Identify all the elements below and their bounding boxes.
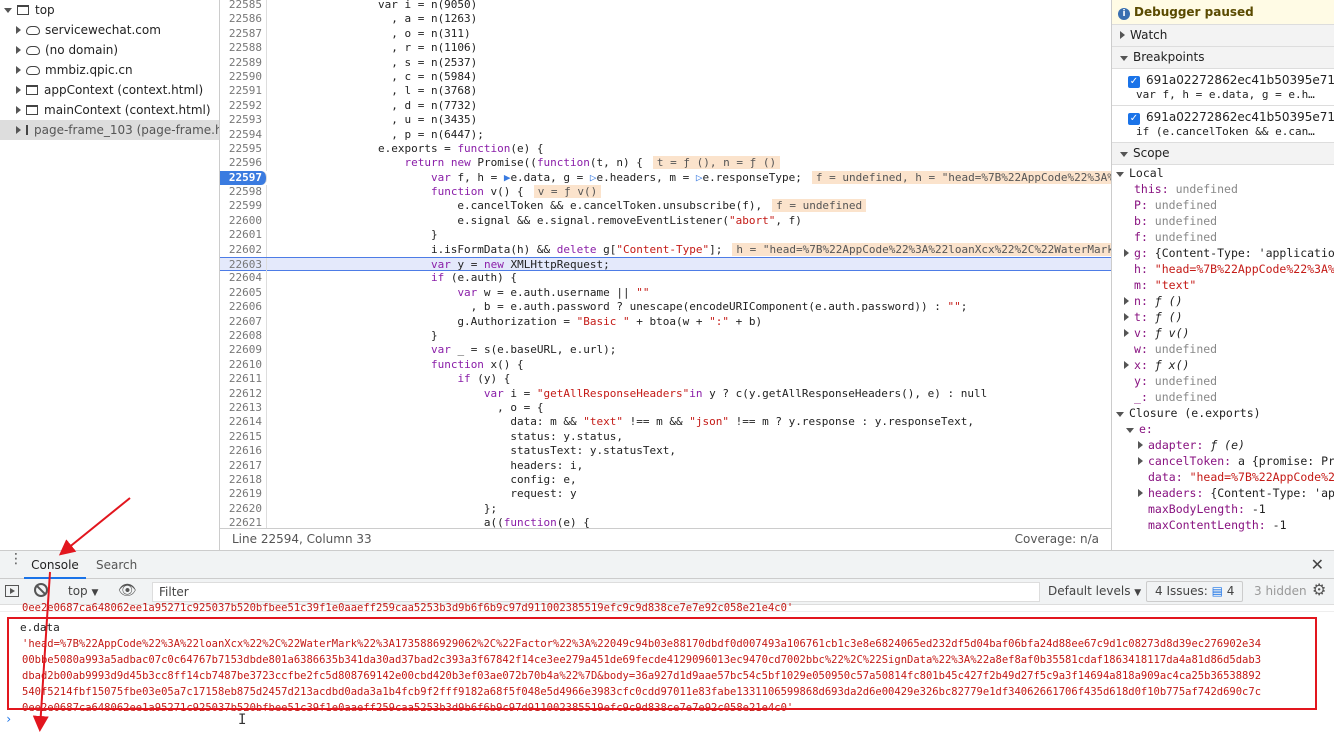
arrow-to-console-prompt <box>32 571 51 732</box>
annotation-arrows <box>32 497 131 732</box>
arrow-to-console-tab <box>58 497 131 556</box>
